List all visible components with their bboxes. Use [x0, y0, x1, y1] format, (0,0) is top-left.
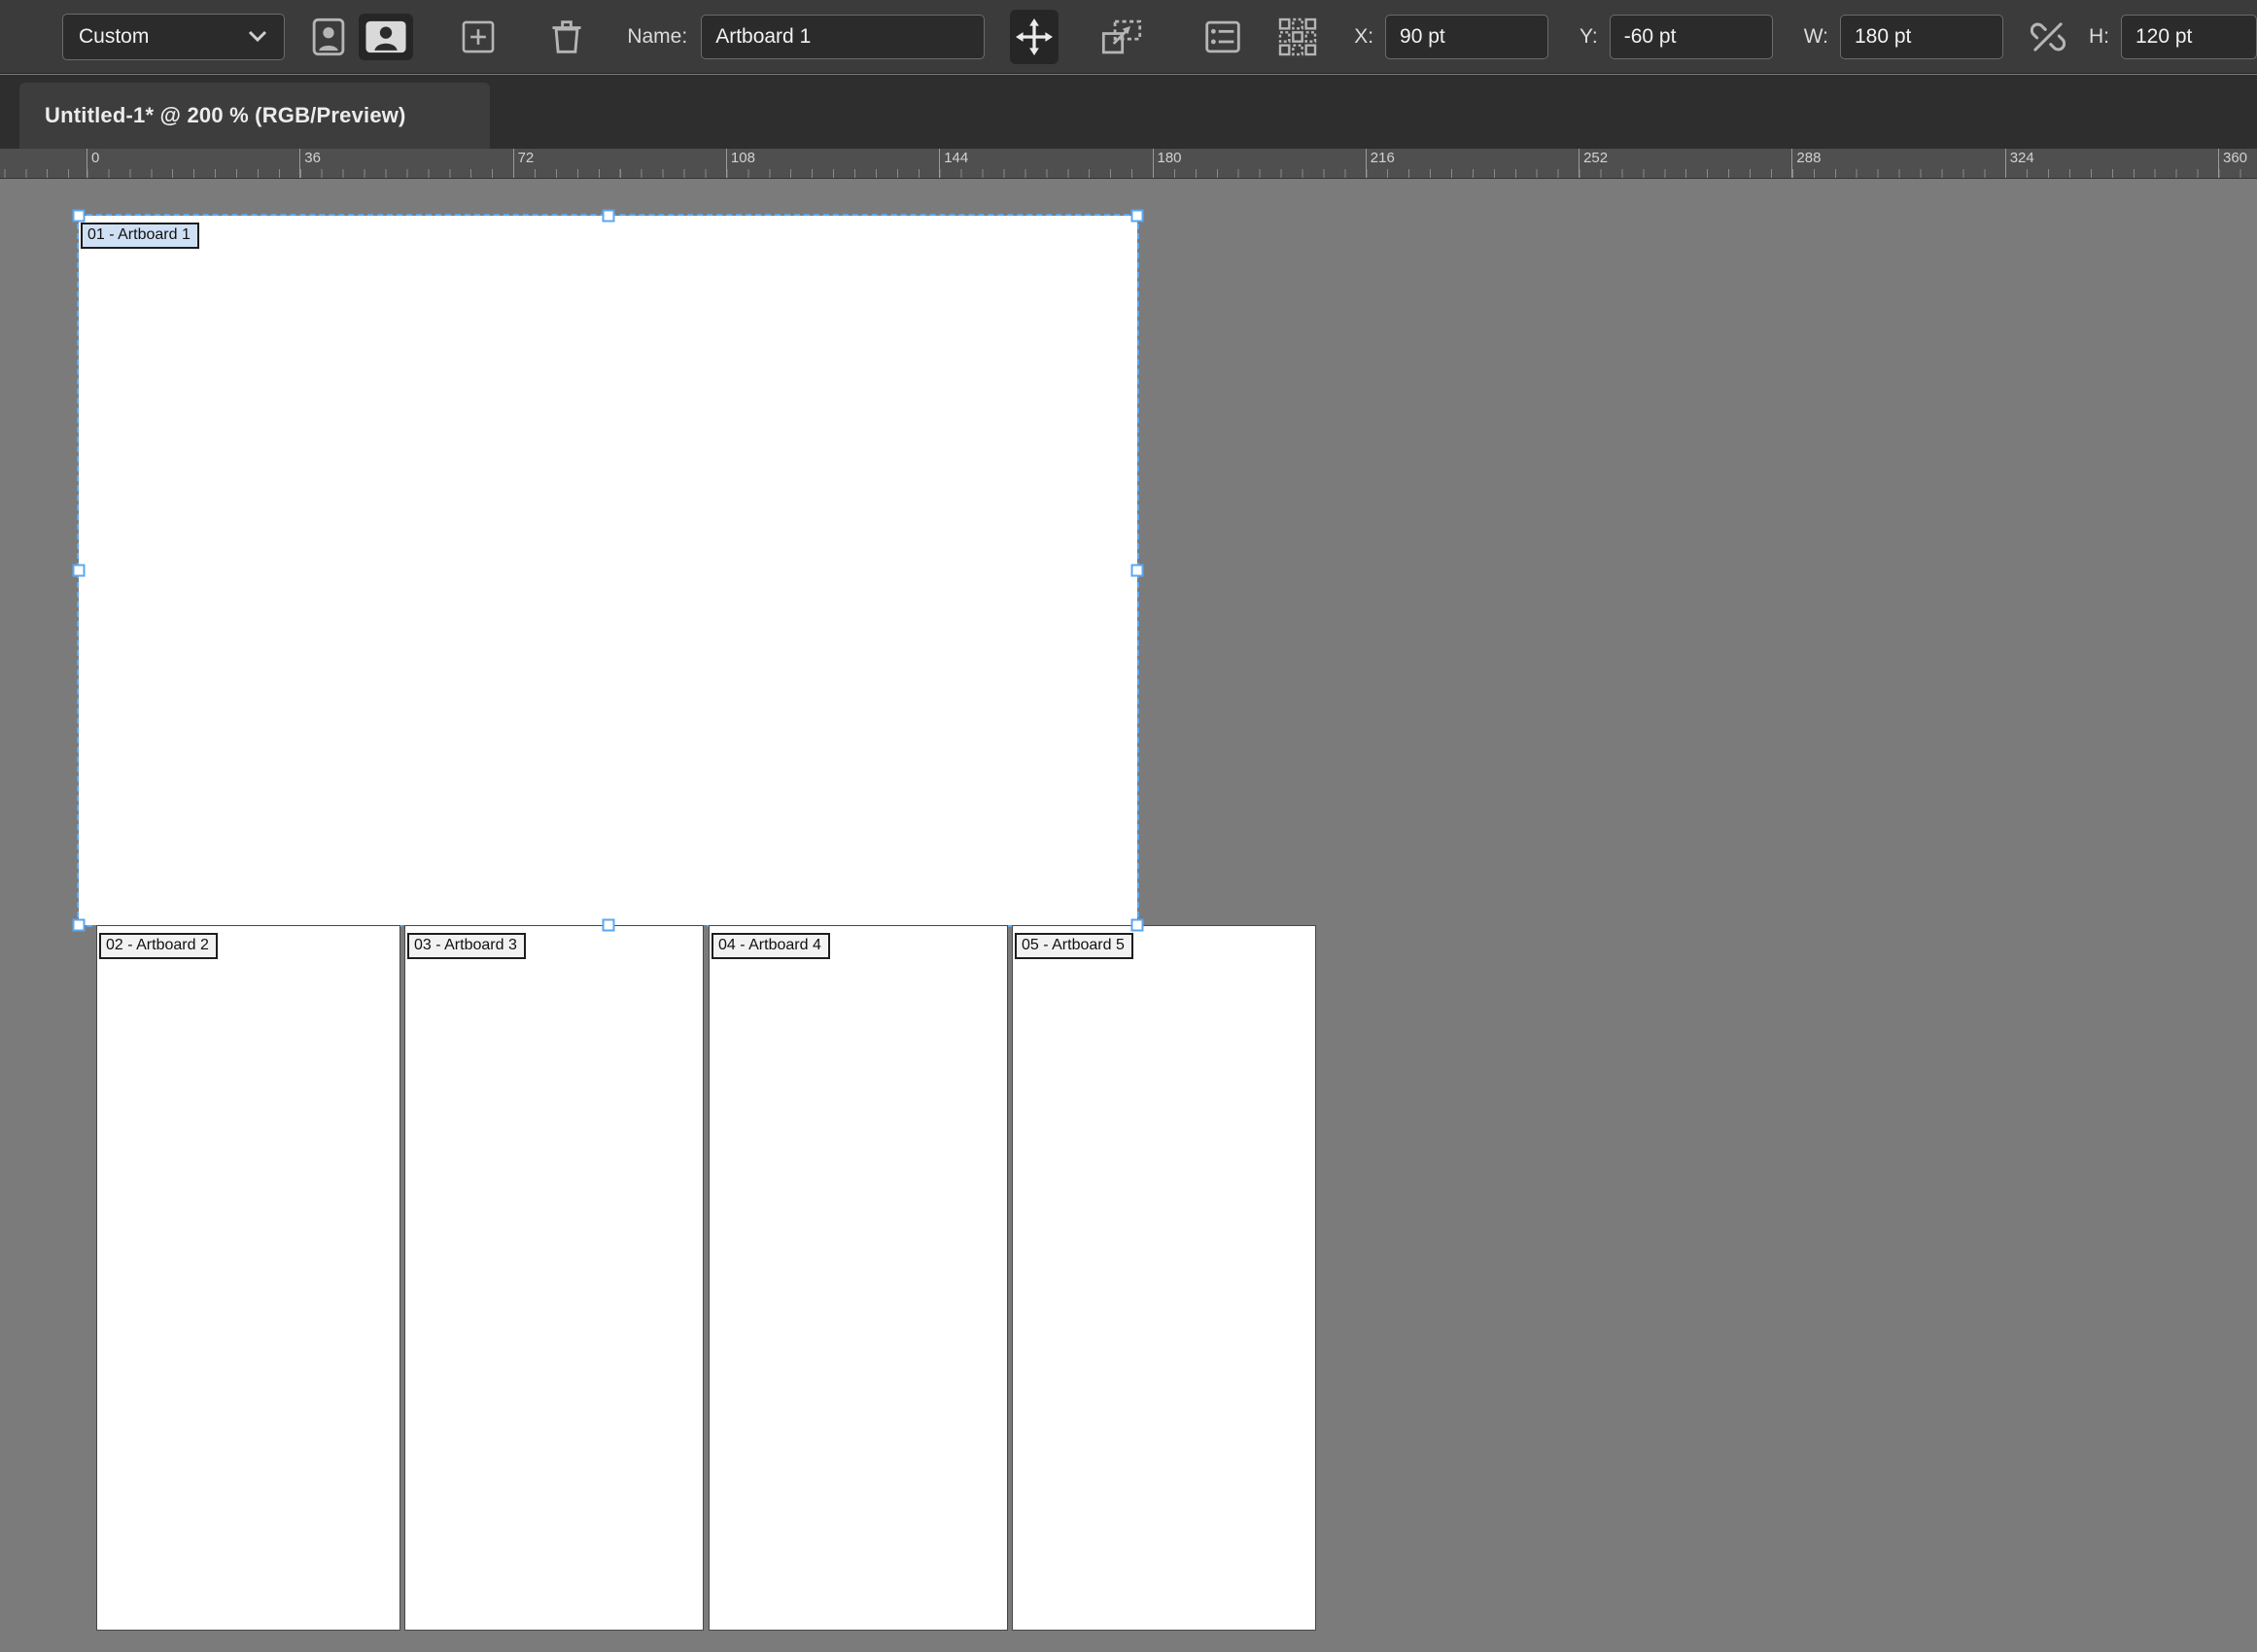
- portrait-preset-button[interactable]: [306, 12, 351, 62]
- artboard-options-icon: [1204, 20, 1241, 53]
- new-artboard-button[interactable]: [456, 15, 501, 59]
- resize-handle-bottom-left[interactable]: [73, 919, 86, 932]
- document-tab[interactable]: Untitled-1* @ 200 % (RGB/Preview): [19, 83, 490, 149]
- artboard-scale-button[interactable]: [1095, 14, 1148, 60]
- ruler-tick-label: 360: [2218, 149, 2247, 178]
- resize-handle-bottom-right[interactable]: [1131, 919, 1144, 932]
- artboard-control-bar: Custom: [0, 0, 2257, 74]
- name-label: Name:: [627, 25, 687, 49]
- resize-handle-bottom-center[interactable]: [602, 919, 614, 932]
- move-artwork-icon: [1016, 18, 1053, 55]
- artboard-5[interactable]: 05 - Artboard 5: [1012, 925, 1316, 1631]
- h-input[interactable]: [2121, 15, 2257, 59]
- ruler-tick-label: 216: [1366, 149, 1395, 178]
- ruler-tick-label: 144: [939, 149, 968, 178]
- ruler-tick-label: 324: [2005, 149, 2034, 178]
- ruler-minor-ticks: [0, 169, 2257, 178]
- resize-handle-top-left[interactable]: [73, 210, 86, 223]
- preset-dropdown-value: Custom: [79, 25, 149, 49]
- artboard-name-input[interactable]: [701, 15, 985, 59]
- resize-handle-middle-left[interactable]: [73, 565, 86, 577]
- broken-link-icon: [2031, 19, 2066, 54]
- document-tab-title: Untitled-1* @ 200 % (RGB/Preview): [45, 103, 406, 128]
- ruler-tick-label: 252: [1579, 149, 1608, 178]
- chevron-down-icon: [247, 25, 268, 49]
- trash-icon: [551, 18, 582, 55]
- y-label: Y:: [1580, 25, 1598, 49]
- artboard-1-label[interactable]: 01 - Artboard 1: [81, 223, 199, 249]
- ruler-tick-label: 36: [299, 149, 321, 178]
- horizontal-ruler: 0 36 72 108 144 180 216 252 288 324 360: [0, 149, 2257, 179]
- w-input[interactable]: [1840, 15, 2003, 59]
- artboard-4-label[interactable]: 04 - Artboard 4: [712, 933, 830, 959]
- landscape-preset-icon: [365, 19, 407, 54]
- resize-handle-top-right[interactable]: [1131, 210, 1144, 223]
- portrait-preset-icon: [312, 17, 345, 56]
- canvas[interactable]: 01 - Artboard 1 02 - Artboard 2 03 - Art…: [0, 179, 2257, 1652]
- preset-dropdown[interactable]: Custom: [62, 14, 285, 60]
- ruler-tick-label: 0: [87, 149, 99, 178]
- new-artboard-icon: [462, 20, 495, 53]
- artboard-options-button[interactable]: [1198, 15, 1247, 59]
- move-artwork-toggle[interactable]: [1010, 10, 1059, 64]
- ruler-tick-label: 288: [1791, 149, 1821, 178]
- h-label: H:: [2089, 25, 2109, 49]
- resize-handle-middle-right[interactable]: [1131, 565, 1144, 577]
- artboard-2-label[interactable]: 02 - Artboard 2: [99, 933, 218, 959]
- rearrange-grid-icon: [1278, 17, 1317, 56]
- selection-marquee: [77, 214, 1139, 927]
- landscape-preset-button[interactable]: [359, 14, 413, 60]
- artboard-2[interactable]: 02 - Artboard 2: [96, 925, 400, 1631]
- y-input[interactable]: [1610, 15, 1773, 59]
- delete-artboard-button[interactable]: [545, 13, 588, 61]
- rearrange-artboards-button[interactable]: [1272, 12, 1323, 62]
- x-label: X:: [1354, 25, 1373, 49]
- constrain-proportions-button[interactable]: [2025, 14, 2071, 60]
- resize-handle-top-center[interactable]: [602, 210, 614, 223]
- x-input[interactable]: [1385, 15, 1548, 59]
- ruler-tick-label: 180: [1153, 149, 1182, 178]
- artboard-5-label[interactable]: 05 - Artboard 5: [1015, 933, 1133, 959]
- ruler-tick-label: 108: [726, 149, 755, 178]
- artboard-1[interactable]: 01 - Artboard 1: [79, 216, 1137, 925]
- artboard-4[interactable]: 04 - Artboard 4: [709, 925, 1008, 1631]
- ruler-tick-label: 72: [513, 149, 535, 178]
- w-label: W:: [1804, 25, 1828, 49]
- artboard-scale-icon: [1101, 19, 1142, 54]
- artboard-3[interactable]: 03 - Artboard 3: [404, 925, 704, 1631]
- document-tab-strip: Untitled-1* @ 200 % (RGB/Preview): [0, 75, 2257, 149]
- artboard-3-label[interactable]: 03 - Artboard 3: [407, 933, 526, 959]
